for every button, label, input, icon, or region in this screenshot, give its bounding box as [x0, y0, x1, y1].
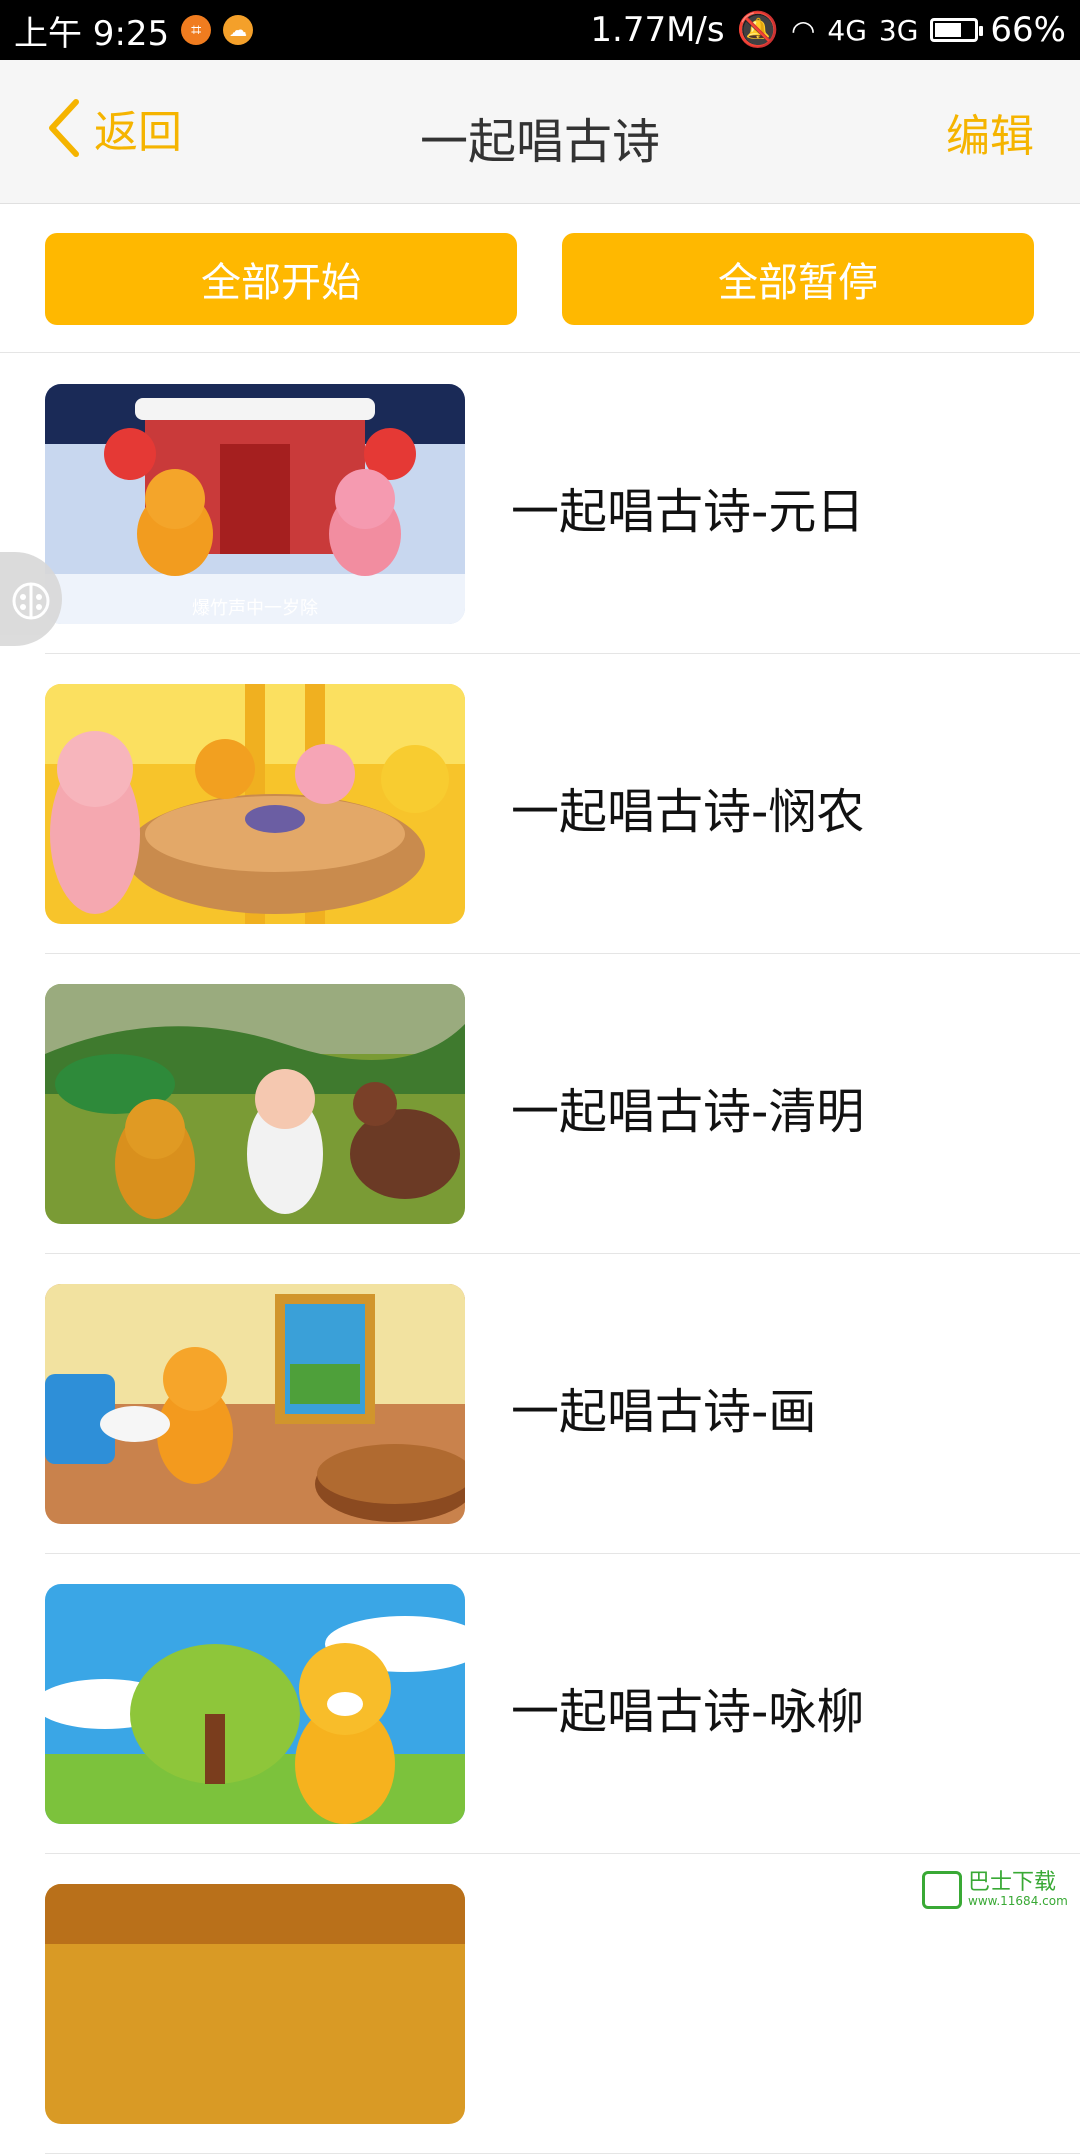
watermark-name: 巴士下载: [968, 1872, 1068, 1894]
video-list: 爆竹声中一岁除 一起唱古诗-元日 一起唱古诗-悯农: [0, 354, 1080, 2154]
list-item[interactable]: 一起唱古诗-画: [45, 1254, 1080, 1554]
network-speed: 1.77M/s: [590, 10, 724, 50]
list-item-title: 一起唱古诗-咏柳: [511, 1672, 864, 1742]
action-bar: 全部开始 全部暂停: [0, 205, 1080, 353]
signal-3g-label: 3G: [879, 14, 919, 47]
nav-bar: 返回 一起唱古诗 编辑: [0, 60, 1080, 204]
ladybug-icon: [9, 577, 53, 621]
video-thumbnail: 爆竹声中一岁除: [45, 384, 465, 624]
start-all-button[interactable]: 全部开始: [45, 233, 517, 325]
tv-logo-icon: [922, 1871, 962, 1909]
list-item-title: 一起唱古诗-画: [511, 1372, 816, 1442]
page-title: 一起唱古诗: [0, 102, 1080, 172]
status-bar: 上午 9:25 ⌗ ☁ 1.77M/s 🔕 ◠ 4G 3G 66%: [0, 0, 1080, 60]
mute-icon: 🔕: [737, 10, 779, 50]
pause-all-button[interactable]: 全部暂停: [562, 233, 1034, 325]
site-watermark: 巴士下载 www.11684.com: [922, 1866, 1072, 1914]
wifi-icon: ◠: [791, 14, 815, 47]
signal-4g-label: 4G: [827, 14, 867, 47]
list-item[interactable]: 一起唱古诗-咏柳: [45, 1554, 1080, 1854]
status-time: 上午 9:25: [14, 6, 169, 55]
list-item-title: 一起唱古诗-悯农: [511, 772, 864, 842]
list-item[interactable]: 爆竹声中一岁除 一起唱古诗-元日: [45, 354, 1080, 654]
video-thumbnail: [45, 1584, 465, 1824]
list-item-title: 一起唱古诗-元日: [511, 472, 864, 542]
battery-icon: [930, 18, 978, 42]
app-notification-icon: ⌗: [181, 15, 211, 45]
list-item-title: 一起唱古诗-清明: [511, 1072, 864, 1142]
list-item[interactable]: 一起唱古诗-清明: [45, 954, 1080, 1254]
video-thumbnail: [45, 984, 465, 1224]
thumbnail-caption: 爆竹声中一岁除: [192, 598, 318, 619]
edit-button[interactable]: 编辑: [946, 100, 1034, 164]
video-thumbnail: [45, 684, 465, 924]
cloud-notification-icon: ☁: [223, 15, 253, 45]
video-thumbnail: [45, 1284, 465, 1524]
list-item[interactable]: 一起唱古诗-悯农: [45, 654, 1080, 954]
battery-percent: 66%: [990, 10, 1066, 50]
video-thumbnail: [45, 1884, 465, 2124]
watermark-url: www.11684.com: [968, 1894, 1068, 1908]
